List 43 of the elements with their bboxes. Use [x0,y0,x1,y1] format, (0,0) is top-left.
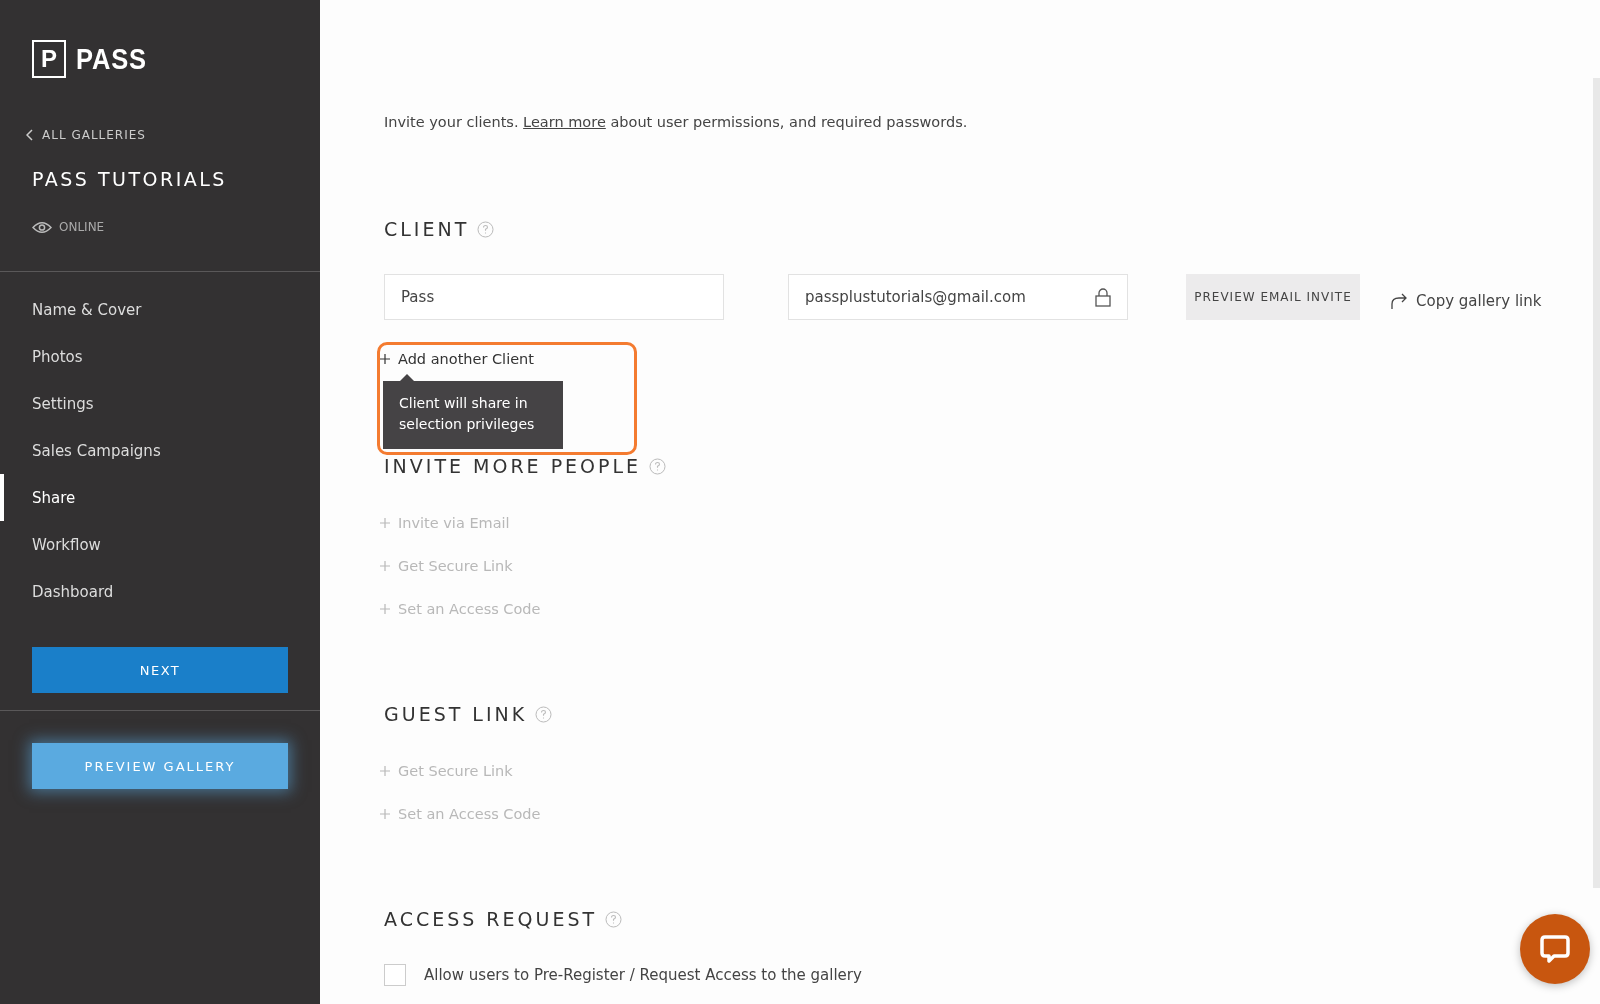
chevron-left-icon [26,129,34,141]
plus-icon [380,809,390,819]
next-button[interactable]: NEXT [32,647,288,693]
preview-email-button[interactable]: PREVIEW EMAIL INVITE [1186,274,1360,320]
speech-bubble-icon [1539,933,1571,965]
client-name-field[interactable]: Pass [384,274,724,320]
help-icon[interactable] [649,457,667,475]
chat-button[interactable] [1520,914,1590,984]
email-input[interactable]: passplustutorials@gmail.com [805,288,1085,306]
help-icon[interactable] [535,705,553,723]
nav-item[interactable]: Photos [0,333,320,380]
status-label: ONLINE [59,220,105,234]
share-arrow-icon [1390,292,1408,310]
section-heading: INVITE MORE PEOPLE [384,455,642,477]
gallery-title: PASS TUTORIALS [32,168,228,190]
tooltip: Client will share in selection privileges [383,381,563,449]
add-client-link[interactable]: Add another Client [380,351,534,367]
help-icon[interactable] [477,220,495,238]
help-icon[interactable] [605,910,623,928]
lock-icon [1095,287,1111,307]
section-heading: ACCESS REQUEST [384,908,598,930]
back-link[interactable]: ALL GALLERIES [26,128,320,142]
nav-item[interactable]: Workflow [0,521,320,568]
nav-item[interactable]: Sales Campaigns [0,427,320,474]
plus-icon [380,561,390,571]
plus-icon [380,354,390,364]
plus-icon [380,766,390,776]
logo-text: PASS [76,42,147,76]
eye-icon [32,220,52,234]
checkbox[interactable] [384,964,406,986]
nav-item[interactable]: Settings [0,380,320,427]
tooltip-pointer-icon [399,374,415,382]
checkbox-label: Allow users to Pre-Register / Request Access to the gallery [424,966,862,984]
plus-icon [380,604,390,614]
nav-item[interactable]: Name & Cover [0,286,320,333]
section-heading: CLIENT [384,218,470,240]
plus-icon [380,518,390,528]
learn-more-link[interactable]: Learn more [523,114,606,130]
email-field[interactable]: passplustutorials@gmail.com [788,274,1128,320]
copy-link[interactable]: Copy gallery link [1390,292,1542,310]
nav-item[interactable]: Dashboard [0,568,320,615]
section-heading: GUEST LINK [384,703,528,725]
logo-mark: P [32,40,66,78]
